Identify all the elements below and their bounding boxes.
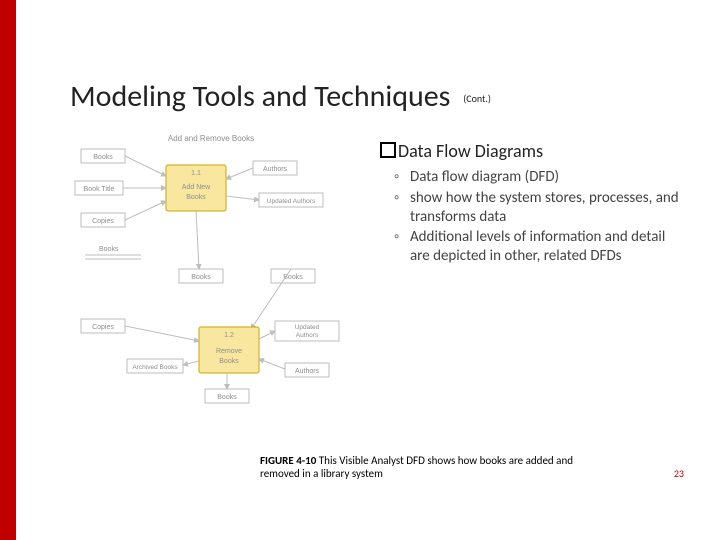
- proc2-no: 1.2: [224, 332, 234, 339]
- node-books-lbl: Books: [99, 246, 119, 253]
- node-archived: Archived Books: [132, 364, 178, 371]
- list-item: Data flow diagram (DFD): [398, 168, 680, 187]
- node-upd-auth-2a: Updated: [295, 324, 320, 331]
- heading-text: Data Flow Diagrams: [398, 140, 543, 162]
- node-booktitle: Book Title: [84, 186, 115, 193]
- proc1-no: 1.1: [191, 170, 201, 177]
- node-copies-2: Copies: [92, 324, 114, 331]
- title-text: Modeling Tools and Techniques: [70, 78, 450, 115]
- node-authors-2: Authors: [295, 368, 320, 375]
- node-books-bot: Books: [217, 394, 237, 401]
- bullet-list: Data flow diagram (DFD) show how the sys…: [398, 168, 680, 266]
- node-upd-authors-1: Updated Authors: [267, 198, 316, 205]
- page-number: 23: [674, 467, 684, 480]
- node-books-1: Books: [93, 154, 113, 161]
- node-copies-1: Copies: [92, 218, 114, 225]
- list-item: show how the system stores, processes, a…: [398, 189, 680, 227]
- caption-label: FIGURE 4-10: [260, 454, 316, 467]
- node-upd-auth-2b: Authors: [296, 332, 319, 339]
- title-cont: (Cont.): [463, 92, 491, 105]
- node-authors: Authors: [263, 166, 288, 173]
- proc2-name-l2: Books: [219, 358, 239, 365]
- accent-bar: [0, 0, 16, 540]
- slide-title: Modeling Tools and Techniques (Cont.): [70, 78, 491, 115]
- proc1-name-l2: Books: [186, 194, 206, 201]
- section-heading: Data Flow Diagrams: [380, 140, 680, 162]
- list-item: Additional levels of information and det…: [398, 228, 680, 266]
- dfd-top-title: Add and Remove Books: [168, 134, 254, 143]
- dfd-diagram: Add and Remove Books Books Book Title Co…: [70, 130, 352, 412]
- text-column: Data Flow Diagrams Data flow diagram (DF…: [380, 140, 680, 268]
- node-books-mid-r: Books: [283, 274, 303, 281]
- bullet-square-icon: [380, 142, 396, 158]
- proc1-name-l1: Add New: [182, 184, 211, 191]
- proc2-name-l1: Remove: [216, 348, 242, 355]
- node-books-mid-l: Books: [191, 274, 211, 281]
- figure-caption: FIGURE 4-10 This Visible Analyst DFD sho…: [260, 455, 600, 480]
